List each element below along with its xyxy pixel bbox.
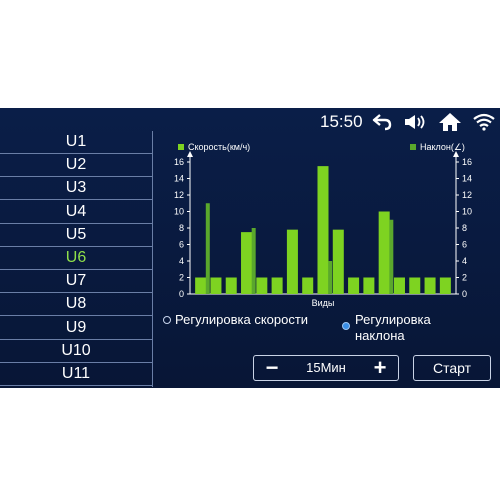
speed-bar bbox=[195, 277, 207, 294]
speed-bar bbox=[271, 277, 283, 294]
y-tick-label-right: 0 bbox=[462, 289, 467, 299]
y-tick-label-left: 8 bbox=[179, 223, 184, 233]
y-tick-label-right: 14 bbox=[462, 174, 472, 184]
y-tick-label-right: 16 bbox=[462, 157, 472, 167]
program-item-u9[interactable]: U9 bbox=[0, 317, 152, 340]
speed-bar bbox=[241, 232, 253, 294]
y-tick-label-right: 8 bbox=[462, 223, 467, 233]
timer-decrease-button[interactable]: − bbox=[260, 356, 284, 380]
clock: 15:50 bbox=[320, 112, 363, 131]
speed-bar bbox=[378, 211, 390, 294]
legend-right-label: Наклон(∠) bbox=[420, 142, 465, 152]
speed-bar bbox=[317, 166, 329, 294]
program-item-u8[interactable]: U8 bbox=[0, 293, 152, 317]
speed-mode-label: Регулировка скорости bbox=[175, 312, 309, 327]
incline-bar bbox=[205, 203, 210, 294]
speed-bar bbox=[439, 277, 451, 294]
y-tick-label-left: 16 bbox=[174, 157, 184, 167]
program-list: U1 U2 U3 U4 U5 U6 U7 U8 U9 U10 U11 bbox=[0, 131, 153, 387]
speed-bar bbox=[256, 277, 268, 294]
speed-bar bbox=[348, 277, 360, 294]
y-tick-label-left: 2 bbox=[179, 273, 184, 283]
incline-bar bbox=[328, 261, 333, 294]
volume-icon[interactable] bbox=[403, 113, 429, 131]
back-arrow-icon[interactable] bbox=[372, 113, 392, 131]
y-tick-label-left: 14 bbox=[174, 174, 184, 184]
wifi-icon bbox=[473, 113, 495, 131]
y-tick-label-right: 12 bbox=[462, 190, 472, 200]
timer-increase-button[interactable]: + bbox=[368, 356, 392, 380]
speed-bar bbox=[424, 277, 436, 294]
home-icon[interactable] bbox=[438, 112, 462, 132]
speed-bar bbox=[210, 277, 222, 294]
y-tick-label-left: 0 bbox=[179, 289, 184, 299]
incline-mode-radio[interactable] bbox=[342, 322, 350, 330]
incline-bar bbox=[251, 228, 256, 294]
start-button[interactable]: Старт bbox=[413, 355, 491, 381]
speed-bar bbox=[332, 229, 344, 294]
program-item-u5[interactable]: U5 bbox=[0, 224, 152, 247]
speed-mode-radio[interactable] bbox=[163, 316, 171, 324]
y-tick-label-right: 2 bbox=[462, 273, 467, 283]
speed-bar bbox=[409, 277, 421, 294]
incline-mode-label: Регулировка наклона bbox=[355, 312, 431, 343]
y-tick-label-right: 6 bbox=[462, 240, 467, 250]
program-item-u7[interactable]: U7 bbox=[0, 270, 152, 294]
y-tick-label-left: 4 bbox=[179, 256, 184, 266]
program-item-u1[interactable]: U1 bbox=[0, 131, 152, 154]
program-item-u2[interactable]: U2 bbox=[0, 154, 152, 178]
speed-bar bbox=[225, 277, 237, 294]
timer-stepper: − 15Мин + bbox=[253, 355, 399, 381]
speed-bar bbox=[393, 277, 405, 294]
program-item-u4[interactable]: U4 bbox=[0, 201, 152, 224]
y-tick-label-left: 10 bbox=[174, 207, 184, 217]
y-tick-label-left: 12 bbox=[174, 190, 184, 200]
legend-right-swatch bbox=[410, 144, 416, 150]
program-item-u11[interactable]: U11 bbox=[0, 363, 152, 386]
y-tick-label-right: 10 bbox=[462, 207, 472, 217]
speed-bar bbox=[363, 277, 375, 294]
legend-left-label: Скорость(км/ч) bbox=[188, 142, 250, 152]
incline-bar bbox=[389, 219, 394, 294]
program-item-u3[interactable]: U3 bbox=[0, 177, 152, 201]
y-tick-label-right: 4 bbox=[462, 256, 467, 266]
speed-bar bbox=[286, 229, 298, 294]
program-item-u10[interactable]: U10 bbox=[0, 340, 152, 363]
timer-value: 15Мин bbox=[306, 360, 346, 375]
y-tick-label-left: 6 bbox=[179, 240, 184, 250]
program-chart: Скорость(км/ч) Наклон(∠) 0 0 2 2 4 4 6 6 8 8 10 10 12 1… bbox=[174, 142, 472, 308]
program-item-u6[interactable]: U6 bbox=[0, 247, 152, 270]
speed-bar bbox=[302, 277, 314, 294]
legend-left-swatch bbox=[178, 144, 184, 150]
x-axis-label: Виды bbox=[312, 298, 335, 308]
treadmill-screen: 15:50 U1 U2 U3 U4 U5 U6 U7 U8 U9 U10 U11 Скорость(… bbox=[0, 108, 500, 388]
